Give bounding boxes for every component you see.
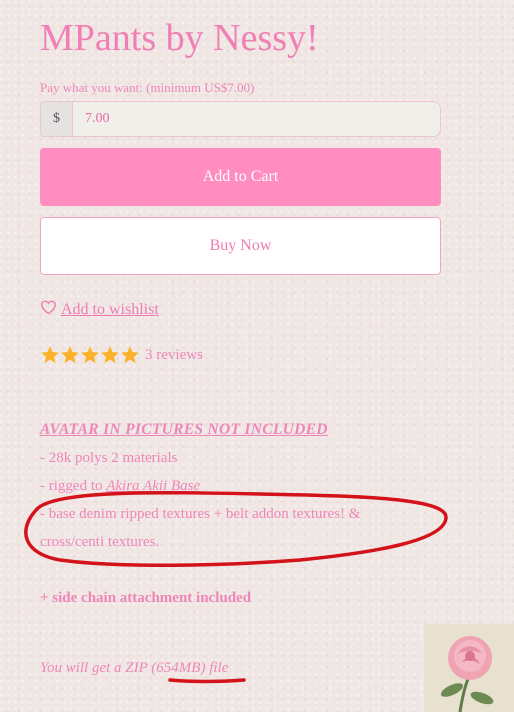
product-title: MPants by Nessy! [40, 17, 319, 59]
star-icon [61, 346, 79, 364]
rigged-line: - rigged to Akira Akii Base [40, 472, 460, 500]
heart-icon [40, 300, 57, 320]
product-description: AVATAR IN PICTURES NOT INCLUDED - 28k po… [40, 416, 460, 682]
reviews-count-link[interactable]: 3 reviews [145, 347, 203, 364]
zip-suffix: ) file [200, 660, 229, 676]
zip-prefix: You will get a ZIP ( [40, 660, 157, 676]
currency-symbol: $ [40, 101, 72, 137]
price-field-group: $ [40, 101, 441, 137]
rose-thumbnail-image[interactable] [424, 624, 514, 712]
zip-size: 654MB [156, 660, 201, 676]
akira-base-link[interactable]: Akira Akii Base [106, 478, 200, 494]
buy-now-button[interactable]: Buy Now [40, 217, 441, 275]
star-icon [121, 346, 139, 364]
star-icon [101, 346, 119, 364]
wishlist-label: Add to wishlist [61, 301, 159, 318]
textures-line-1: - base denim ripped textures + belt addo… [40, 506, 361, 522]
avatar-disclaimer: AVATAR IN PICTURES NOT INCLUDED [40, 421, 328, 438]
add-to-cart-button[interactable]: Add to Cart [40, 148, 441, 206]
star-icon [81, 346, 99, 364]
price-label: Pay what you want: (minimum US$7.00) [40, 80, 255, 95]
star-icon [41, 346, 59, 364]
rigged-prefix: - rigged to [40, 478, 107, 494]
zip-info-line: You will get a ZIP (654MB) file [40, 654, 460, 682]
side-chain-line: + side chain attachment included [40, 590, 252, 606]
price-input[interactable] [72, 101, 441, 137]
rating-summary[interactable]: 3 reviews [40, 345, 203, 365]
polys-line: - 28k polys 2 materials [40, 450, 178, 466]
textures-line-2: cross/centi textures. [40, 534, 160, 550]
add-to-wishlist-link[interactable]: Add to wishlist [40, 300, 159, 320]
